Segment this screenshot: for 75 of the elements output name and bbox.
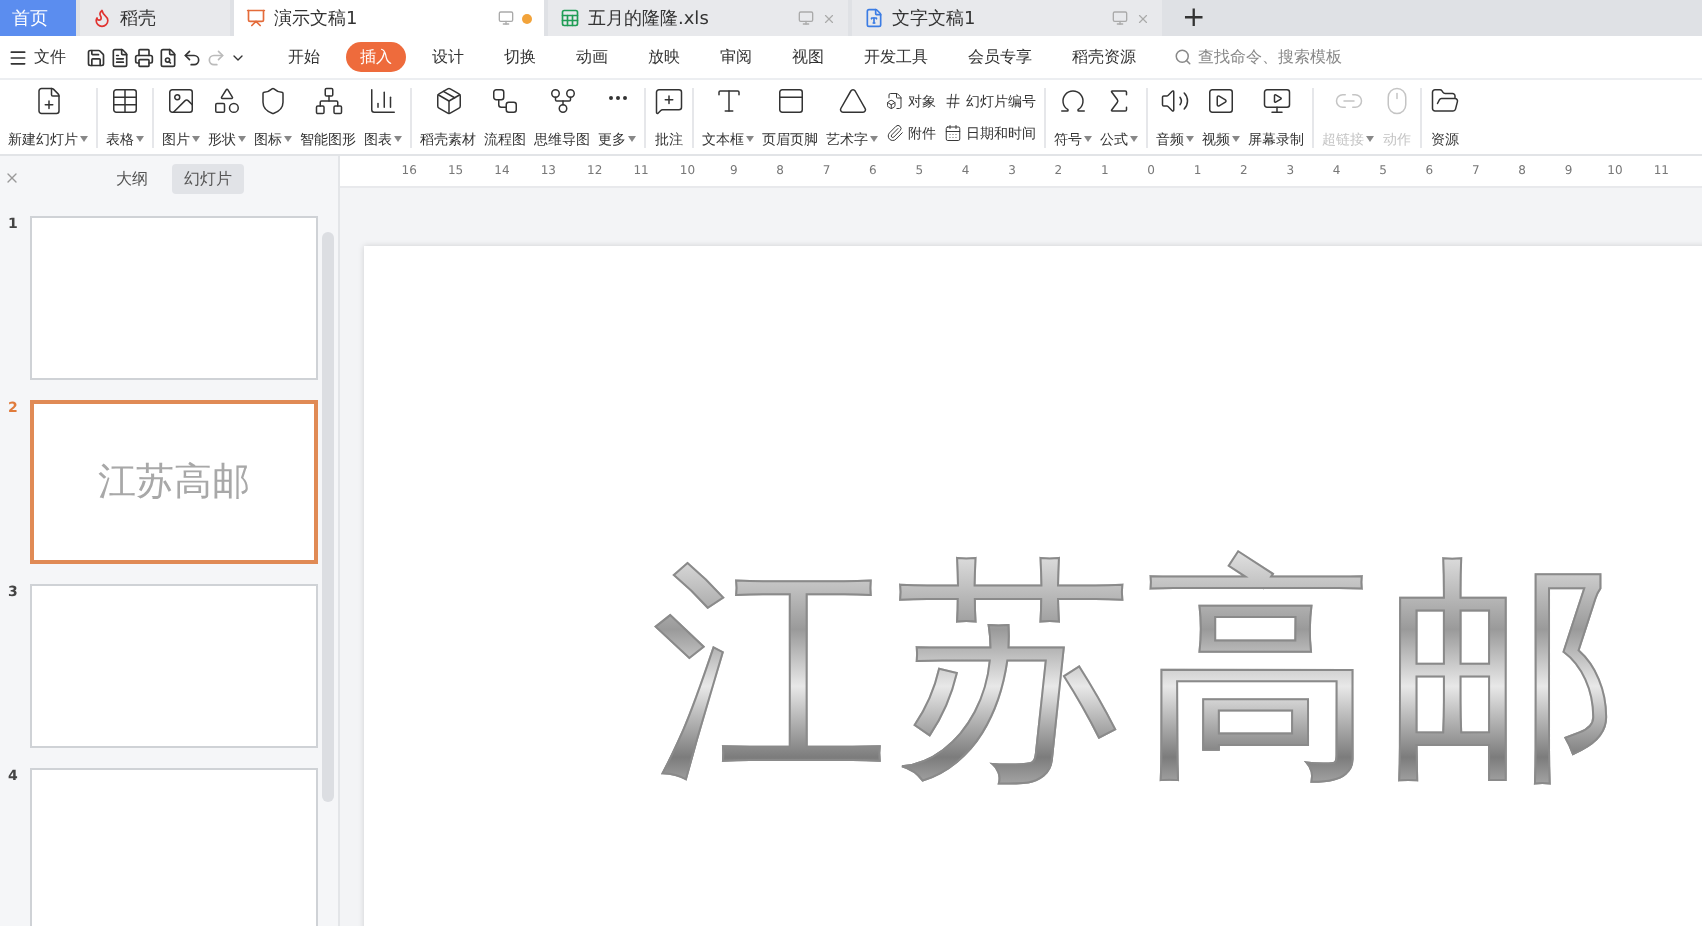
paperclip-icon (886, 124, 904, 142)
mouse-icon (1382, 85, 1412, 115)
search-icon (1174, 48, 1192, 66)
search-field[interactable]: 查找命令、搜索模板 (1174, 46, 1342, 68)
flowchart-icon (490, 85, 520, 115)
window-tab[interactable]: 文字文稿1 (852, 0, 1162, 36)
video-icon (1206, 85, 1236, 115)
image-icon (166, 85, 196, 115)
menu-tab[interactable]: 动画 (562, 42, 622, 72)
caret-icon (394, 136, 402, 142)
slide-thumbnail[interactable] (30, 768, 318, 926)
caret-icon (628, 136, 636, 142)
menu-tab[interactable]: 设计 (418, 42, 478, 72)
chart-icon (368, 85, 398, 115)
menu-tab[interactable]: 审阅 (706, 42, 766, 72)
calendar-icon (944, 124, 962, 142)
print-icon[interactable] (134, 47, 154, 67)
file-menu[interactable]: 文件 (8, 46, 66, 68)
comment-icon (654, 85, 684, 115)
menu-icon (8, 47, 28, 67)
caret-icon (870, 136, 878, 142)
caret-icon (238, 136, 246, 142)
new-slide-icon (33, 85, 63, 115)
menu-tab[interactable]: 放映 (634, 42, 694, 72)
close-icon[interactable] (4, 170, 20, 186)
caret-icon (1232, 136, 1240, 142)
slide-thumbnail[interactable] (30, 584, 318, 748)
mind-map-icon (547, 85, 577, 115)
caret-icon (1366, 136, 1374, 142)
monitor-icon[interactable] (498, 10, 514, 26)
table-icon (110, 85, 140, 115)
caret-icon (1130, 136, 1138, 142)
menu-tab[interactable]: 视图 (778, 42, 838, 72)
close-icon[interactable] (822, 11, 836, 25)
new-tab-button[interactable]: + (1166, 0, 1222, 36)
header-icon (775, 85, 805, 115)
pane-tab[interactable]: 幻灯片 (172, 163, 244, 193)
triangle-icon (837, 85, 867, 115)
shapes-icon (212, 85, 242, 115)
caret-icon (1084, 136, 1092, 142)
caret-icon (192, 136, 200, 142)
scrollbar[interactable] (322, 232, 334, 802)
caret-icon (284, 136, 292, 142)
caret-icon (136, 136, 144, 142)
undo-icon[interactable] (182, 47, 202, 67)
menu-tab[interactable]: 开发工具 (850, 42, 942, 72)
caret-icon (80, 136, 88, 142)
window-tab[interactable]: 稻壳 (80, 0, 230, 36)
text-box-icon (713, 85, 743, 115)
folder-icon (1430, 85, 1460, 115)
save-icon[interactable] (86, 47, 106, 67)
unsaved-dot (522, 13, 532, 23)
diagram-icon (313, 85, 343, 115)
menu-tab[interactable]: 稻壳资源 (1058, 42, 1150, 72)
package-icon (433, 85, 463, 115)
monitor-icon[interactable] (798, 10, 814, 26)
object-icon (886, 92, 904, 110)
preview-icon[interactable] (158, 47, 178, 67)
monitor-icon[interactable] (1112, 10, 1128, 26)
caret-icon (1186, 136, 1194, 142)
speaker-icon (1160, 85, 1190, 115)
window-tab[interactable]: 五月的隆隆.xls (548, 0, 848, 36)
menu-tab[interactable]: 切换 (490, 42, 550, 72)
shield-icon (258, 85, 288, 115)
menu-tab[interactable]: 开始 (274, 42, 334, 72)
slide-thumbnail[interactable] (30, 216, 318, 380)
window-tab[interactable]: 演示文稿1 (234, 0, 544, 36)
number-icon (944, 92, 962, 110)
screen-record-icon (1261, 85, 1291, 115)
close-icon[interactable] (1136, 11, 1150, 25)
menu-tab[interactable]: 会员专享 (954, 42, 1046, 72)
omega-icon (1058, 85, 1088, 115)
thumbnail-title: 江苏高邮 (98, 459, 250, 505)
caret-icon (746, 136, 754, 142)
pane-tab[interactable]: 大纲 (104, 163, 160, 193)
